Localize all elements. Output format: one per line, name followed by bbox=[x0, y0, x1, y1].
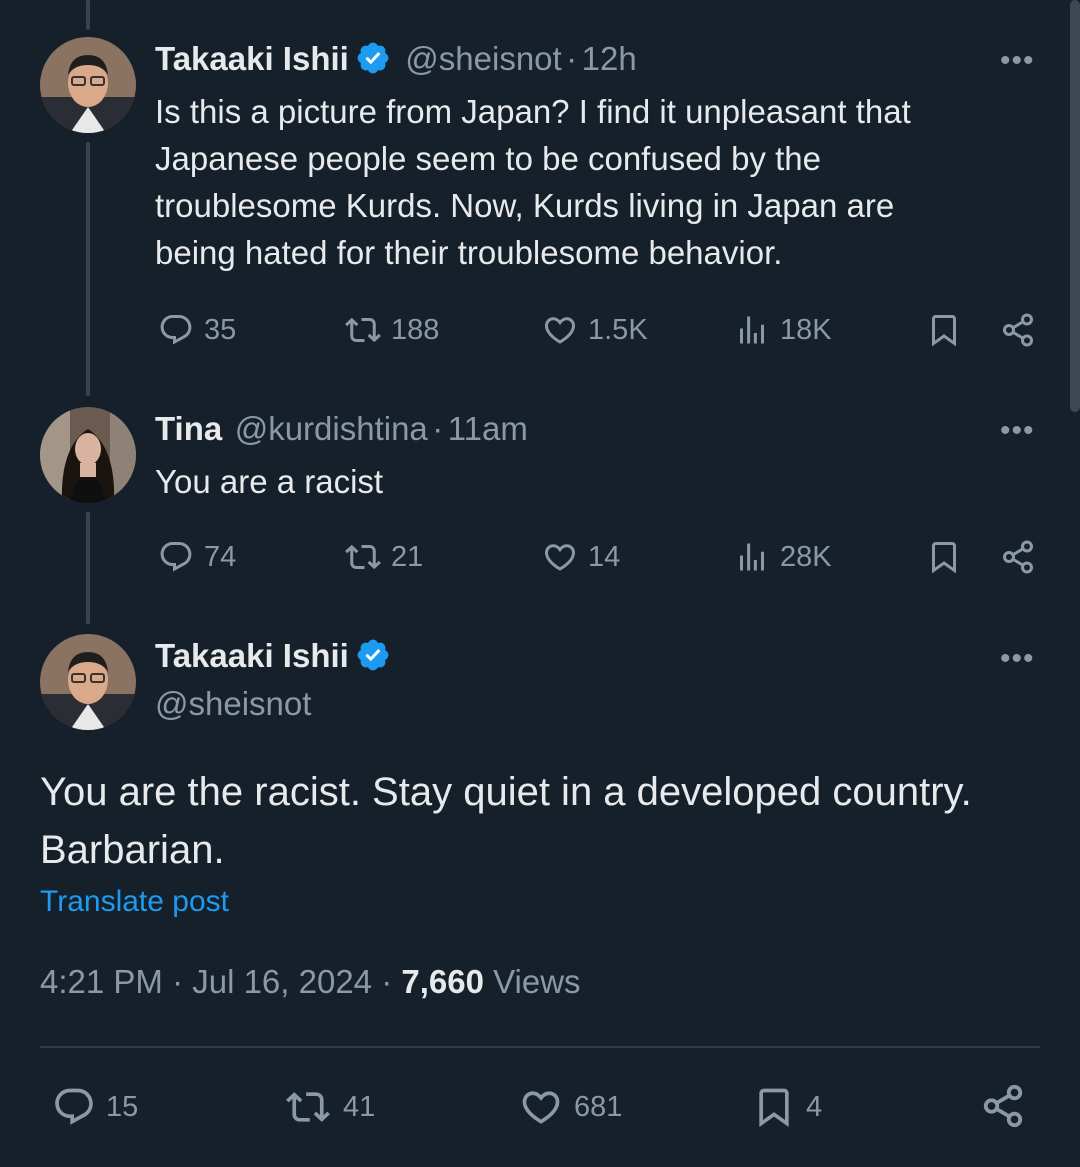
verified-badge-icon bbox=[355, 40, 391, 76]
timestamp[interactable]: 12h bbox=[582, 40, 637, 77]
views-button[interactable]: 18K bbox=[734, 312, 832, 348]
avatar[interactable] bbox=[40, 634, 136, 730]
scrollbar[interactable] bbox=[1070, 0, 1080, 412]
reply-count: 15 bbox=[106, 1090, 139, 1123]
reply-button[interactable]: 35 bbox=[158, 312, 236, 348]
like-button[interactable]: 14 bbox=[542, 539, 620, 575]
avatar[interactable] bbox=[40, 407, 136, 503]
views-number: 7,660 bbox=[401, 963, 484, 1000]
like-icon bbox=[544, 544, 576, 571]
display-name[interactable]: Takaaki Ishii bbox=[155, 40, 349, 77]
avatar[interactable] bbox=[40, 37, 136, 133]
bookmark-count: 4 bbox=[806, 1090, 823, 1123]
thread-line-1 bbox=[86, 142, 90, 396]
tweet-header: Takaaki Ishii @sheisnot · 12h bbox=[155, 40, 637, 78]
reply-count: 74 bbox=[204, 540, 237, 573]
handle[interactable]: @kurdishtina bbox=[235, 410, 428, 447]
bookmark-icon bbox=[759, 1088, 789, 1128]
views-icon bbox=[740, 316, 764, 344]
tweet-text: You are a racist bbox=[155, 458, 1035, 505]
share-button[interactable] bbox=[1000, 312, 1046, 348]
separator: · bbox=[566, 40, 578, 77]
thread-line-top bbox=[86, 0, 90, 30]
like-button[interactable]: 681 bbox=[518, 1085, 622, 1129]
text-line: Is this a picture from Japan? I find it … bbox=[155, 93, 911, 130]
post-timestamp[interactable]: 4:21 PM · Jul 16, 2024 · bbox=[40, 963, 401, 1000]
like-icon bbox=[544, 317, 576, 344]
views-count: 18K bbox=[780, 313, 832, 346]
text-line: being hated for their troublesome behavi… bbox=[155, 234, 783, 271]
separator: · bbox=[432, 410, 444, 447]
text-line: You are a racist bbox=[155, 463, 384, 500]
bookmark-button[interactable]: 4 bbox=[752, 1085, 822, 1129]
views-icon bbox=[740, 543, 764, 571]
text-line: You are the racist. Stay quiet in a deve… bbox=[40, 770, 972, 814]
handle[interactable]: @sheisnot bbox=[155, 685, 311, 723]
reply-button[interactable]: 74 bbox=[158, 539, 236, 575]
more-icon[interactable]: ••• bbox=[1000, 44, 1035, 78]
tweet-text: Is this a picture from Japan? I find it … bbox=[155, 88, 1035, 276]
text-line: troublesome Kurds. Now, Kurds living in … bbox=[155, 187, 895, 224]
share-button[interactable] bbox=[980, 1083, 1036, 1129]
thread-line-2 bbox=[86, 512, 90, 624]
repost-button[interactable]: 41 bbox=[283, 1085, 375, 1129]
display-name[interactable]: Takaaki Ishii bbox=[155, 637, 349, 674]
bookmark-icon bbox=[932, 542, 956, 574]
repost-count: 188 bbox=[391, 313, 440, 346]
bookmark-button[interactable] bbox=[926, 312, 972, 348]
share-icon bbox=[983, 1084, 1023, 1128]
more-icon[interactable]: ••• bbox=[1000, 414, 1035, 448]
text-line: Japanese people seem to be confused by t… bbox=[155, 140, 821, 177]
tweet-header: Tina @kurdishtina · 11am bbox=[155, 410, 528, 448]
reply-count: 35 bbox=[204, 313, 237, 346]
like-count: 14 bbox=[588, 540, 621, 573]
repost-button[interactable]: 21 bbox=[345, 539, 423, 575]
like-count: 681 bbox=[574, 1090, 623, 1123]
repost-button[interactable]: 188 bbox=[345, 312, 439, 348]
reply-button[interactable]: 15 bbox=[52, 1085, 138, 1129]
repost-count: 41 bbox=[343, 1090, 376, 1123]
display-name[interactable]: Tina bbox=[155, 410, 222, 447]
verified-badge-icon bbox=[355, 637, 391, 673]
reply-icon bbox=[160, 542, 192, 572]
text-line: Barbarian. bbox=[40, 828, 225, 872]
views-button[interactable]: 28K bbox=[734, 539, 832, 575]
views-label: Views bbox=[483, 963, 581, 1000]
share-icon bbox=[1003, 313, 1033, 347]
divider bbox=[40, 1046, 1040, 1048]
more-icon[interactable]: ••• bbox=[1000, 642, 1035, 676]
reply-icon bbox=[55, 1088, 93, 1125]
share-icon bbox=[1003, 540, 1033, 574]
main-author: Takaaki Ishii bbox=[155, 637, 391, 675]
like-count: 1.5K bbox=[588, 313, 648, 346]
bookmark-button[interactable] bbox=[926, 539, 972, 575]
like-button[interactable]: 1.5K bbox=[542, 312, 648, 348]
handle[interactable]: @sheisnot bbox=[405, 40, 561, 77]
repost-icon bbox=[286, 1092, 330, 1122]
repost-icon bbox=[345, 317, 381, 343]
main-tweet-text: You are the racist. Stay quiet in a deve… bbox=[40, 763, 1040, 879]
repost-count: 21 bbox=[391, 540, 424, 573]
reply-icon bbox=[160, 315, 192, 345]
like-icon bbox=[522, 1091, 560, 1124]
translate-link[interactable]: Translate post bbox=[40, 885, 229, 919]
share-button[interactable] bbox=[1000, 539, 1046, 575]
bookmark-icon bbox=[932, 315, 956, 347]
repost-icon bbox=[345, 544, 381, 570]
timestamp[interactable]: 11am bbox=[448, 410, 528, 447]
views-count: 28K bbox=[780, 540, 832, 573]
post-meta: 4:21 PM · Jul 16, 2024 · 7,660 Views bbox=[40, 963, 581, 1001]
